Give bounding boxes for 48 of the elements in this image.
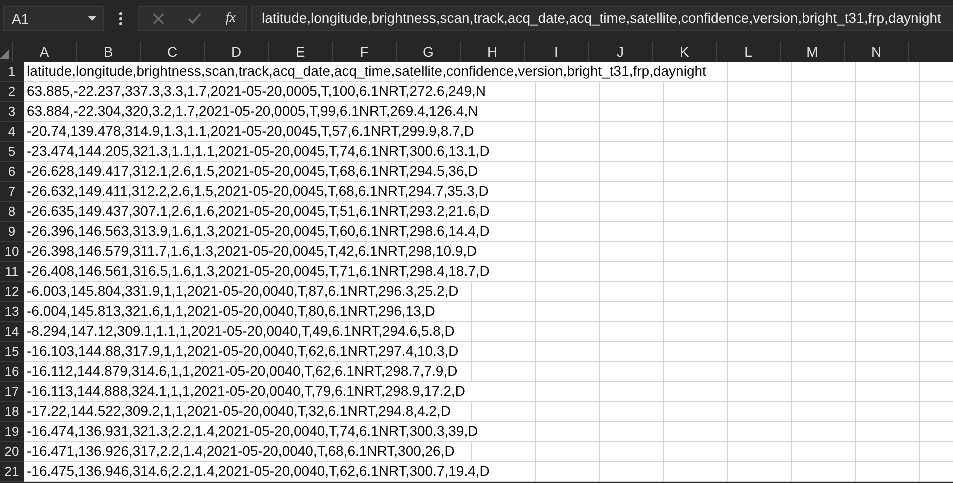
row-header[interactable]: 3 [0, 102, 24, 122]
table-cell[interactable]: -17.22,144.522,309.2,1,1,2021-05-20,0040,T,32,6.1NRT,294.8,4.2,D [24, 402, 472, 422]
table-cell[interactable]: -26.632,149.411,312.2,2.6,1.5,2021-05-20,0045,T,68,6.1NRT,294.7,35.3,D [24, 182, 536, 202]
row-header[interactable]: 12 [0, 282, 24, 302]
table-cell[interactable]: -16.474,136.931,321.3,2.2,1.4,2021-05-20,0040,T,74,6.1NRT,300.3,39,D [24, 422, 536, 442]
row-header[interactable]: 8 [0, 202, 24, 222]
table-cell[interactable]: -6.004,145.813,321.6,1,1,2021-05-20,0040,T,80,6.1NRT,296,13,D [24, 302, 472, 322]
row-header[interactable]: 10 [0, 242, 24, 262]
table-cell[interactable]: -6.003,145.804,331.9,1,1,2021-05-20,0040,T,87,6.1NRT,296.3,25.2,D [24, 282, 472, 302]
row-header[interactable]: 17 [0, 382, 24, 402]
name-box[interactable]: A1 [3, 6, 104, 31]
row-header[interactable]: 18 [0, 402, 24, 422]
row-header[interactable]: 21 [0, 462, 24, 482]
row-header[interactable]: 1 [0, 62, 24, 82]
row-header[interactable]: 7 [0, 182, 24, 202]
row-header[interactable]: 2 [0, 82, 24, 102]
table-cell[interactable]: -26.635,149.437,307.1,2.6,1.6,2021-05-20,0045,T,51,6.1NRT,293.2,21.6,D [24, 202, 536, 222]
table-cell[interactable]: -16.475,136.946,314.6,2.2,1.4,2021-05-20,0040,T,62,6.1NRT,300.7,19.4,D [24, 462, 536, 482]
corner-triangle-icon[interactable] [0, 50, 9, 59]
formula-input-field[interactable]: latitude,longitude,brightness,scan,track,acq_date,acq_time,satellite,confidence,version,bright_t31,frp,daynight [251, 6, 953, 31]
row-header[interactable]: 5 [0, 142, 24, 162]
row-header[interactable]: 13 [0, 302, 24, 322]
table-cell[interactable]: -26.396,146.563,313.9,1.6,1.3,2021-05-20,0045,T,60,6.1NRT,298.6,14.4,D [24, 222, 536, 242]
row-header[interactable]: 9 [0, 222, 24, 242]
table-cell[interactable]: -26.398,146.579,311.7,1.6,1.3,2021-05-20,0045,T,42,6.1NRT,298,10.9,D [24, 242, 536, 262]
table-cell[interactable]: -26.628,149.417,312.1,2.6,1.5,2021-05-20,0045,T,68,6.1NRT,294.5,36,D [24, 162, 536, 182]
table-cell[interactable]: -23.474,144.205,321.3,1.1,1.1,2021-05-20,0045,T,74,6.1NRT,300.6,13.1,D [24, 142, 536, 162]
insert-function-button[interactable]: fx [226, 10, 236, 26]
table-cell[interactable]: -16.103,144.88,317.9,1,1,2021-05-20,0040,T,62,6.1NRT,297.4,10.3,D [24, 342, 472, 362]
table-cell[interactable]: -26.408,146.561,316.5,1.6,1.3,2021-05-20,0045,T,71,6.1NRT,298.4,18.7,D [24, 262, 536, 282]
row-header[interactable]: 14 [0, 322, 24, 342]
table-cell[interactable]: -8.294,147.12,309.1,1.1,1,2021-05-20,0040,T,49,6.1NRT,294.6,5.8,D [24, 322, 472, 342]
row-header[interactable]: 6 [0, 162, 24, 182]
row-header[interactable]: 15 [0, 342, 24, 362]
row-header[interactable]: 4 [0, 122, 24, 142]
table-cell[interactable]: latitude,longitude,brightness,scan,track,acq_date,acq_time,satellite,confidence,version,bright_t31,frp,daynight [24, 62, 728, 82]
table-cell[interactable]: -16.113,144.888,324.1,1,1,2021-05-20,0040,T,79,6.1NRT,298.9,17.2,D [24, 382, 536, 402]
row-header[interactable]: 19 [0, 422, 24, 442]
table-cell[interactable]: -16.471,136.926,317,2.2,1.4,2021-05-20,0040,T,68,6.1NRT,300,26,D [24, 442, 472, 462]
table-cell[interactable]: 63.884,-22.304,320,3.2,1.7,2021-05-20,0005,T,99,6.1NRT,269.4,126.4,N [24, 102, 536, 122]
more-options-icon[interactable] [119, 12, 123, 26]
row-header[interactable]: 16 [0, 362, 24, 382]
row-header[interactable]: 20 [0, 442, 24, 462]
table-cell[interactable]: -16.112,144.879,314.6,1,1,2021-05-20,0040,T,62,6.1NRT,298.7,7.9,D [24, 362, 472, 382]
row-header[interactable]: 11 [0, 262, 24, 282]
table-cell[interactable]: -20.74,139.478,314.9,1.3,1.1,2021-05-20,0045,T,57,6.1NRT,299.9,8.7,D [24, 122, 536, 142]
dropdown-caret-icon[interactable] [88, 16, 97, 21]
table-cell[interactable]: 63.885,-22.237,337.3,3.3,1.7,2021-05-20,0005,T,100,6.1NRT,272.6,249,N [24, 82, 536, 102]
